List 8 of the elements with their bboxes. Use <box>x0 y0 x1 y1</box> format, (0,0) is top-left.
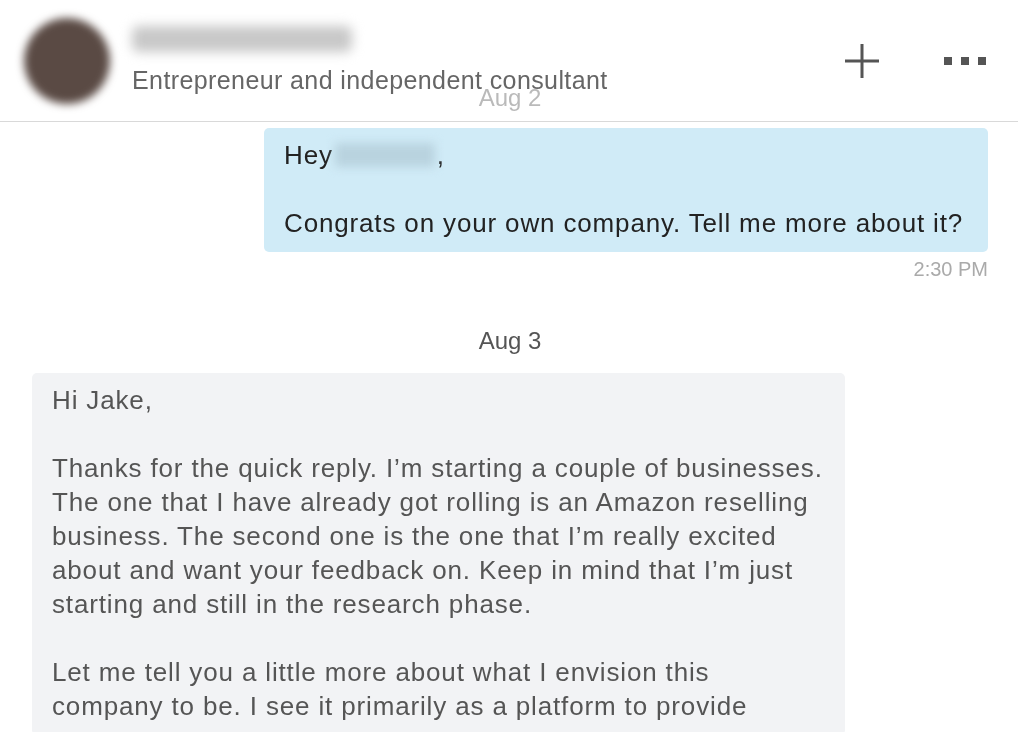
greeting-punctuation: , <box>436 139 445 172</box>
date-separator: Aug 3 <box>478 327 542 355</box>
message-text: Congrats on your own company. Tell me more about it? <box>284 207 965 240</box>
message-time: 2:30 PM <box>913 258 988 281</box>
greeting-text: Hey <box>284 139 333 172</box>
message-text: Hi Jake, <box>52 384 154 417</box>
message-text: Let me tell you a little more about what I envision this company to be. I see it primarily as a platform to provide <box>52 656 749 723</box>
message-text: Thanks for the quick reply. I’m starting a couple of businesses. The one that I have already got rolling is an Amazon reselling business. The second one is the one that I’m really excited about and want your feedback on. Keep in mind that I’m just starting and still in the research phase. <box>52 452 824 621</box>
